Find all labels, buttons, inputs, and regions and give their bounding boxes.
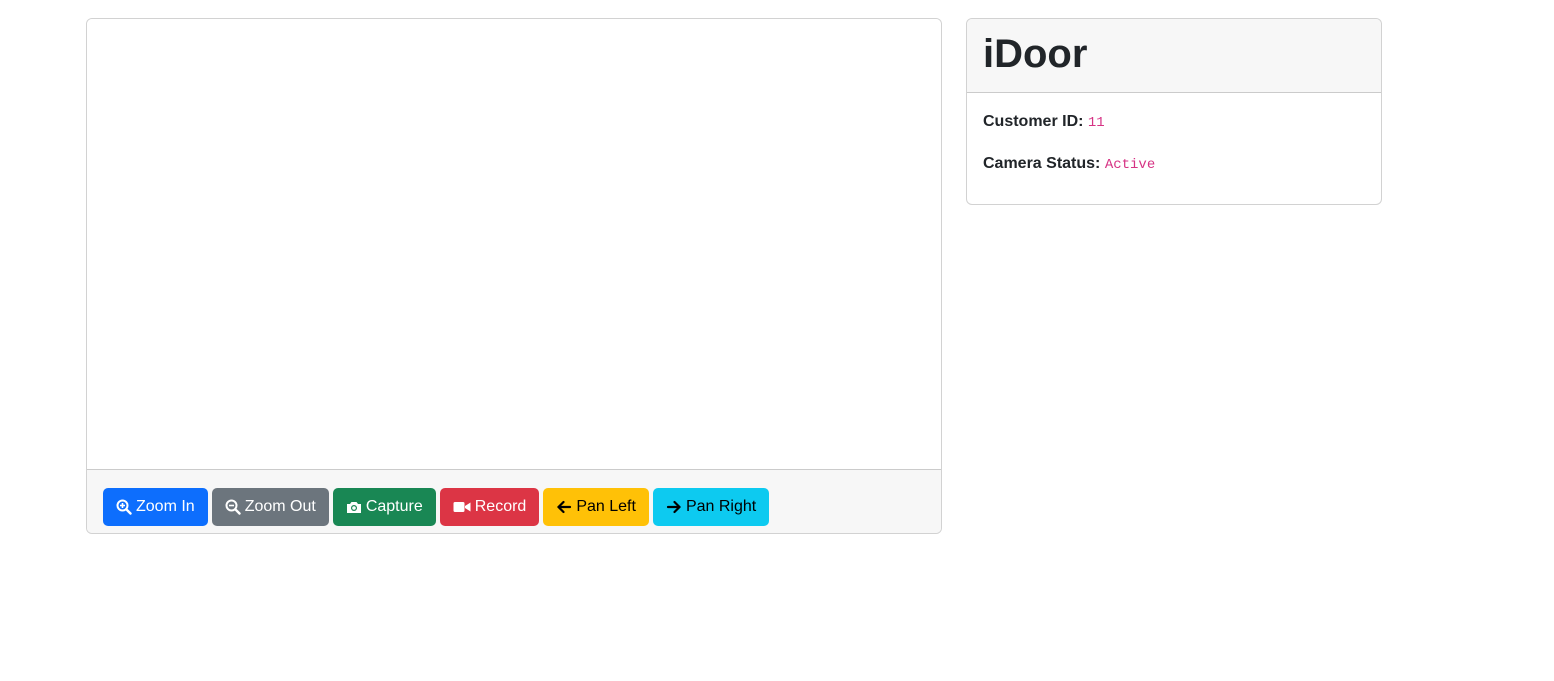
pan-right-label: Pan Right bbox=[685, 498, 757, 515]
zoom-out-icon bbox=[225, 499, 241, 515]
zoom-out-button[interactable]: Zoom Out bbox=[211, 488, 329, 526]
camera-icon bbox=[346, 502, 361, 513]
pan-right-button[interactable]: Pan Right bbox=[652, 488, 770, 526]
pan-left-label: Pan Left bbox=[576, 498, 636, 515]
capture-button[interactable]: Capture bbox=[332, 488, 436, 526]
camera-card: Zoom In Zoom Out Capture Record Pan Left… bbox=[86, 18, 942, 534]
zoom-in-label: Zoom In bbox=[136, 498, 195, 515]
camera-controls: Zoom In Zoom Out Capture Record Pan Left… bbox=[87, 469, 941, 533]
camera-status-row: Camera Status: Active bbox=[983, 153, 1155, 176]
record-button[interactable]: Record bbox=[439, 488, 540, 526]
pan-left-button[interactable]: Pan Left bbox=[543, 488, 649, 526]
device-info-header: iDoor bbox=[967, 19, 1381, 93]
arrow-right-icon bbox=[666, 500, 681, 514]
zoom-out-label: Zoom Out bbox=[244, 498, 316, 515]
video-icon bbox=[453, 502, 471, 512]
camera-view[interactable] bbox=[87, 19, 941, 469]
device-title: iDoor bbox=[983, 32, 1088, 76]
device-info-body: Customer ID: 11 Camera Status: Active bbox=[983, 111, 1155, 195]
camera-status-label: Camera Status: bbox=[983, 155, 1101, 172]
device-info-card: iDoor Customer ID: 11 Camera Status: Act… bbox=[966, 18, 1382, 205]
record-label: Record bbox=[474, 498, 527, 515]
arrow-left-icon bbox=[557, 500, 572, 514]
zoom-in-icon bbox=[116, 499, 132, 515]
control-button-row: Zoom In Zoom Out Capture Record Pan Left… bbox=[103, 488, 770, 526]
customer-id-value: 11 bbox=[1087, 115, 1105, 131]
zoom-in-button[interactable]: Zoom In bbox=[103, 488, 208, 526]
camera-status-value: Active bbox=[1104, 157, 1156, 173]
capture-label: Capture bbox=[365, 498, 423, 515]
customer-id-label: Customer ID: bbox=[983, 113, 1084, 130]
customer-id-row: Customer ID: 11 bbox=[983, 111, 1155, 134]
